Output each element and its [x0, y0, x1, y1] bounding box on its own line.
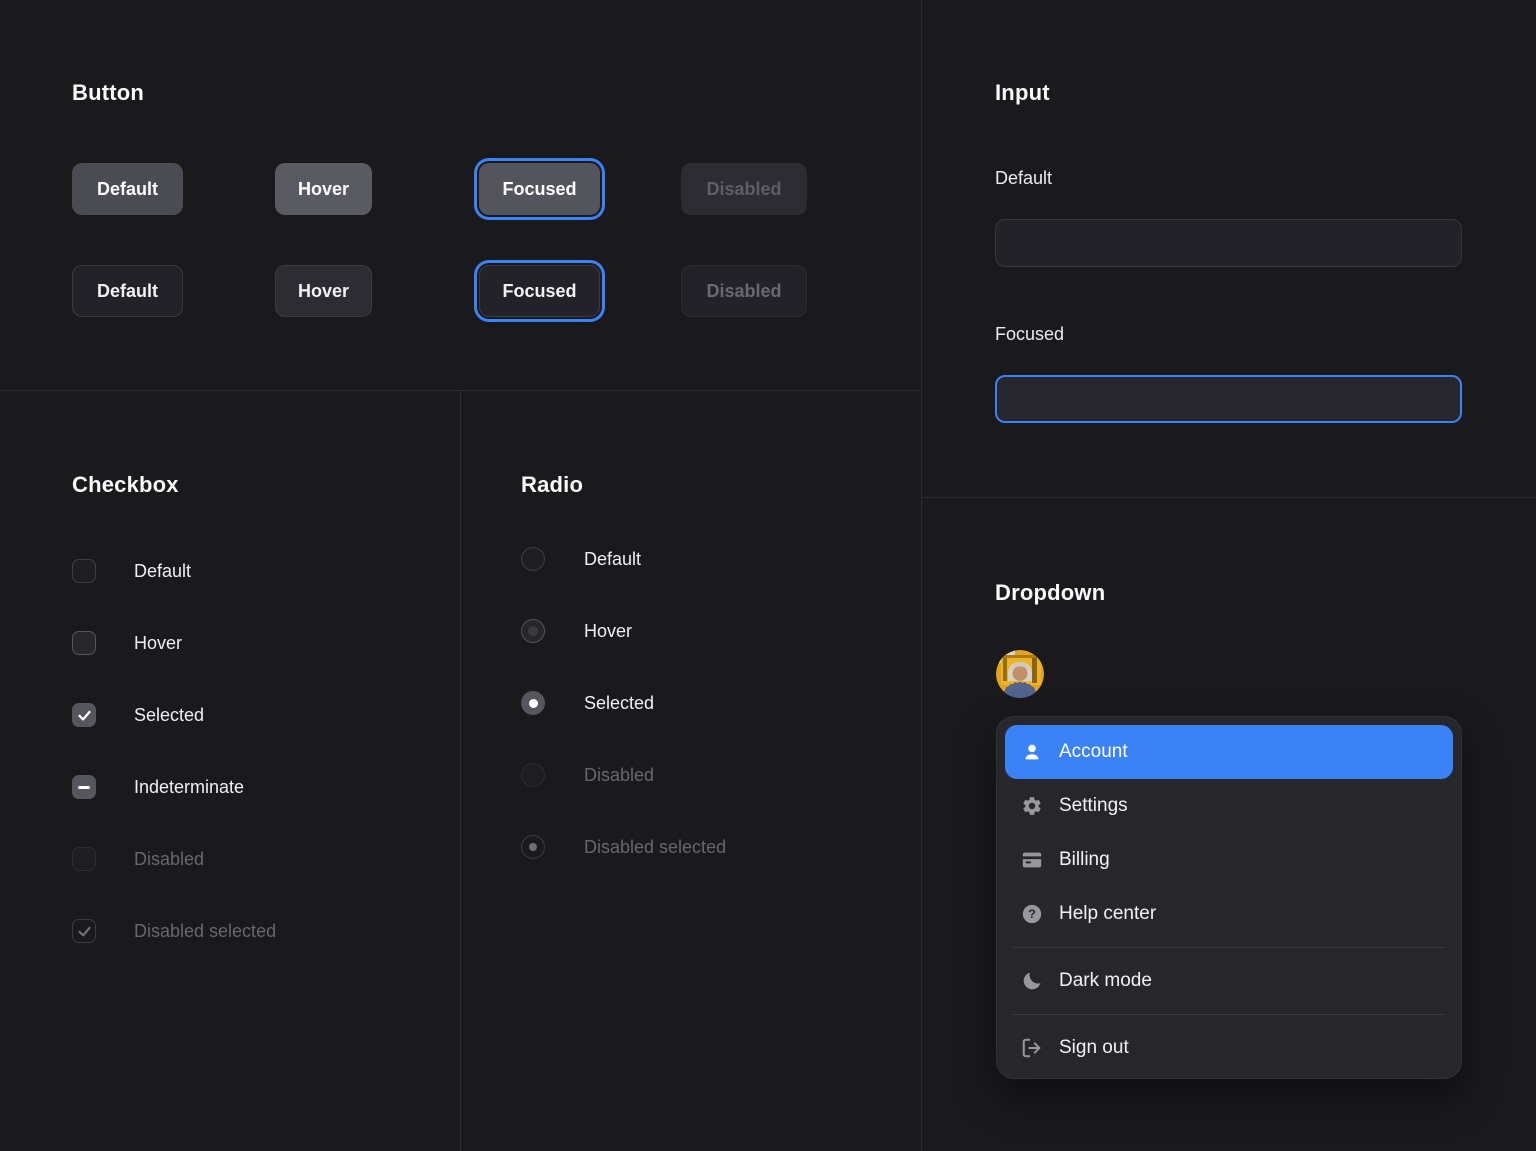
- button-secondary-default[interactable]: Default: [72, 265, 183, 317]
- user-icon: [1021, 741, 1043, 763]
- radio-row-hover: Hover: [521, 619, 632, 643]
- radio-label: Default: [584, 549, 641, 570]
- gear-icon: [1021, 795, 1043, 817]
- button-primary-disabled[interactable]: Disabled: [681, 163, 807, 215]
- input-section-title: Input: [995, 80, 1050, 106]
- menu-item-help-center[interactable]: ? Help center: [1005, 887, 1453, 941]
- checkbox-label: Selected: [134, 705, 204, 726]
- checkbox-section-title: Checkbox: [72, 472, 179, 498]
- avatar-graphic: [996, 650, 1044, 698]
- checkbox-label: Hover: [134, 633, 182, 654]
- input-default-label: Default: [995, 168, 1052, 189]
- credit-card-icon: [1021, 849, 1043, 871]
- checkbox-default[interactable]: [72, 559, 96, 583]
- radio-default[interactable]: [521, 547, 545, 571]
- menu-item-account[interactable]: Account: [1005, 725, 1453, 779]
- checkbox-label: Default: [134, 561, 191, 582]
- check-icon: [76, 707, 93, 724]
- radio-disabled-selected[interactable]: [521, 835, 545, 859]
- button-secondary-focused[interactable]: Focused: [479, 265, 600, 317]
- radio-label: Disabled: [584, 765, 654, 786]
- checkbox-label: Indeterminate: [134, 777, 244, 798]
- sign-out-icon: [1021, 1037, 1043, 1059]
- button-section-title: Button: [72, 80, 144, 106]
- button-primary-default[interactable]: Default: [72, 163, 183, 215]
- checkbox-disabled-selected[interactable]: [72, 919, 96, 943]
- checkbox-row-disabled-selected: Disabled selected: [72, 919, 276, 943]
- dropdown-section-title: Dropdown: [995, 580, 1105, 606]
- checkbox-row-indeterminate: Indeterminate: [72, 775, 244, 799]
- menu-item-settings[interactable]: Settings: [1005, 779, 1453, 833]
- checkbox-hover[interactable]: [72, 631, 96, 655]
- dropdown-menu: Account Settings Billing ? Help center D…: [996, 716, 1462, 1079]
- button-primary-focused[interactable]: Focused: [479, 163, 600, 215]
- radio-dot: [529, 843, 537, 851]
- checkbox-indeterminate[interactable]: [72, 775, 96, 799]
- menu-divider: [1013, 947, 1445, 948]
- divider-vertical-main: [921, 0, 922, 1151]
- radio-disabled[interactable]: [521, 763, 545, 787]
- checkbox-label: Disabled selected: [134, 921, 276, 942]
- radio-row-default: Default: [521, 547, 641, 571]
- menu-item-label: Billing: [1059, 849, 1110, 871]
- menu-item-label: Sign out: [1059, 1037, 1129, 1059]
- radio-row-disabled: Disabled: [521, 763, 654, 787]
- menu-item-label: Settings: [1059, 795, 1128, 817]
- checkbox-disabled[interactable]: [72, 847, 96, 871]
- user-photo-avatar[interactable]: [996, 650, 1044, 698]
- svg-text:?: ?: [1028, 907, 1036, 921]
- button-primary-hover[interactable]: Hover: [275, 163, 372, 215]
- menu-divider: [1013, 1014, 1445, 1015]
- radio-label: Hover: [584, 621, 632, 642]
- menu-item-dark-mode[interactable]: Dark mode: [1005, 954, 1453, 1008]
- help-circle-icon: ?: [1021, 903, 1043, 925]
- menu-item-billing[interactable]: Billing: [1005, 833, 1453, 887]
- check-icon: [76, 923, 93, 940]
- divider-vertical-checkbox-radio: [460, 391, 461, 1151]
- checkbox-label: Disabled: [134, 849, 204, 870]
- checkbox-selected[interactable]: [72, 703, 96, 727]
- menu-item-label: Dark mode: [1059, 970, 1152, 992]
- radio-row-selected: Selected: [521, 691, 654, 715]
- radio-row-disabled-selected: Disabled selected: [521, 835, 726, 859]
- moon-icon: [1021, 970, 1043, 992]
- radio-label: Selected: [584, 693, 654, 714]
- text-input-focused[interactable]: [995, 375, 1462, 423]
- checkbox-row-selected: Selected: [72, 703, 204, 727]
- button-secondary-hover[interactable]: Hover: [275, 265, 372, 317]
- button-secondary-disabled[interactable]: Disabled: [681, 265, 807, 317]
- input-focused-label: Focused: [995, 324, 1064, 345]
- checkbox-row-disabled: Disabled: [72, 847, 204, 871]
- menu-item-label: Help center: [1059, 903, 1156, 925]
- checkbox-row-hover: Hover: [72, 631, 182, 655]
- text-input-default[interactable]: [995, 219, 1462, 267]
- indeterminate-dash-icon: [78, 786, 90, 789]
- radio-dot: [529, 699, 538, 708]
- radio-dot: [528, 626, 538, 636]
- radio-hover[interactable]: [521, 619, 545, 643]
- radio-section-title: Radio: [521, 472, 583, 498]
- checkbox-row-default: Default: [72, 559, 191, 583]
- menu-item-label: Account: [1059, 741, 1128, 763]
- divider-horizontal-right: [922, 497, 1536, 498]
- radio-label: Disabled selected: [584, 837, 726, 858]
- radio-selected[interactable]: [521, 691, 545, 715]
- menu-item-sign-out[interactable]: Sign out: [1005, 1021, 1453, 1075]
